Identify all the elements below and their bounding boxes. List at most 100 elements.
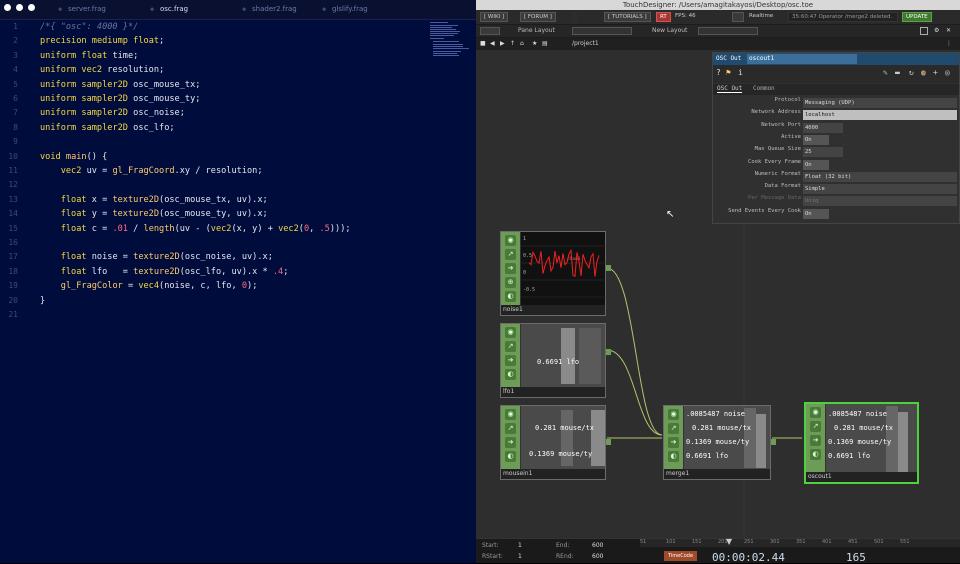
node-lfo1[interactable]: ◉ ↗ ➔ ◐ 0.6691 lfo lfo1 xyxy=(500,323,611,398)
new-layout-label[interactable]: New Layout xyxy=(652,25,687,37)
gear-icon[interactable]: ⚙ xyxy=(934,25,939,37)
clone-icon[interactable]: ◐ xyxy=(668,451,679,462)
edit-icon[interactable]: ✎ xyxy=(883,68,888,77)
lock-icon[interactable]: ⊕ xyxy=(505,277,516,288)
forum-button[interactable]: [ FORUM ] xyxy=(520,12,556,22)
code-line[interactable]: float x = texture2D(osc_mouse_tx, uv).x; xyxy=(40,195,268,205)
viewer-icon[interactable]: ◉ xyxy=(505,235,516,246)
tab-shader2-frag[interactable]: shader2.frag xyxy=(252,5,297,13)
back-icon[interactable]: ◀ xyxy=(490,38,495,50)
pane-layout-label[interactable]: Pane Layout xyxy=(518,25,555,37)
viewer-icon[interactable]: ◉ xyxy=(810,407,821,418)
timeline-ruler[interactable]: 51 101 151 201 251 301 351 401 451 501 551 xyxy=(640,539,960,547)
code-line[interactable]: uniform sampler2D osc_lfo; xyxy=(40,123,175,133)
path-icon[interactable]: ▤ xyxy=(542,38,548,50)
code-minimap[interactable] xyxy=(430,22,470,62)
param-value[interactable]: On xyxy=(803,208,829,219)
clone-icon[interactable]: ◐ xyxy=(505,369,516,380)
display-icon[interactable]: ➔ xyxy=(505,355,516,366)
viewer-icon[interactable]: ◉ xyxy=(505,409,516,420)
node-name[interactable]: lfo1 xyxy=(501,387,605,397)
viewer-icon[interactable]: ◉ xyxy=(505,327,516,338)
param-value[interactable]: Float (32 bit) xyxy=(803,171,957,182)
tab-glslify-frag[interactable]: glslify.frag xyxy=(332,5,368,13)
code-line[interactable]: float c = .01 / length(uv - (vec2(x, y) … xyxy=(40,224,351,234)
code-line[interactable]: uniform sampler2D osc_noise; xyxy=(40,108,185,118)
bypass-icon[interactable]: ↗ xyxy=(505,341,516,352)
param-value[interactable]: Messaging (UDP) xyxy=(803,98,957,108)
rend-value[interactable]: 600 xyxy=(592,553,603,560)
param-value[interactable]: Simple xyxy=(803,184,957,195)
help-icon[interactable]: ? xyxy=(716,68,721,77)
output-port[interactable] xyxy=(606,439,611,445)
tab-osc-out[interactable]: OSC Out xyxy=(717,85,743,93)
python-icon[interactable]: ⚑ xyxy=(726,68,731,77)
close-icon[interactable]: ✕ xyxy=(946,25,951,37)
param-value[interactable]: Uniq xyxy=(803,196,957,207)
bookmark-icon[interactable]: ★ xyxy=(532,38,537,50)
forward-icon[interactable]: ▶ xyxy=(500,38,505,50)
display-icon[interactable]: ➔ xyxy=(505,437,516,448)
node-name[interactable]: mousein1 xyxy=(501,469,605,479)
clone-icon[interactable]: ◐ xyxy=(505,451,516,462)
pane-layout-select[interactable] xyxy=(572,27,632,35)
start-value[interactable]: 1 xyxy=(518,542,522,549)
code-line[interactable]: uniform float time; xyxy=(40,51,138,61)
code-line[interactable]: uniform vec2 resolution; xyxy=(40,65,164,75)
output-port[interactable] xyxy=(606,349,611,355)
refresh-icon[interactable]: ↻ xyxy=(909,68,914,77)
node-merge1[interactable]: ◉ ↗ ➔ ◐ .0085487 noise 0.281 mouse/tx 0.… xyxy=(663,405,776,480)
update-button[interactable]: UPDATE xyxy=(902,12,932,22)
code-line[interactable]: float lfo = texture2D(osc_lfo, uv).x * .… xyxy=(40,267,289,277)
param-value[interactable]: On xyxy=(803,159,829,170)
op-name-field[interactable]: oscout1 xyxy=(747,54,857,64)
close-window-dot[interactable] xyxy=(4,4,11,11)
tab-common[interactable]: Common xyxy=(753,85,775,92)
clone-icon[interactable]: ◐ xyxy=(810,449,821,460)
wiki-button[interactable]: [ WIKI ] xyxy=(480,12,509,22)
code-line[interactable]: gl_FragColor = vec4(noise, c, lfo, 0); xyxy=(40,281,258,291)
bypass-icon[interactable]: ↗ xyxy=(810,421,821,432)
code-line[interactable]: void main() { xyxy=(40,152,107,162)
code-line[interactable]: float y = texture2D(osc_mouse_ty, uv).x; xyxy=(40,209,268,219)
realtime-mode-badge[interactable]: RT xyxy=(656,12,671,22)
new-layout-select[interactable] xyxy=(698,27,758,35)
tutorials-button[interactable]: [ TUTORIALS ] xyxy=(604,12,651,22)
target-icon[interactable]: ◎ xyxy=(945,68,950,77)
param-value[interactable]: localhost xyxy=(803,110,957,121)
display-icon[interactable]: ➔ xyxy=(668,437,679,448)
pane-split-icon[interactable] xyxy=(480,27,500,35)
add-icon[interactable]: + xyxy=(933,68,938,77)
tab-server-frag[interactable]: server.frag xyxy=(68,5,106,13)
timecode-toggle[interactable]: TimeCode xyxy=(664,551,698,561)
output-port[interactable] xyxy=(771,439,776,445)
bypass-icon[interactable]: ↗ xyxy=(668,423,679,434)
maximize-icon[interactable] xyxy=(920,27,928,35)
display-icon[interactable]: ➔ xyxy=(505,263,516,274)
node-oscout1[interactable]: ◉ ↗ ➔ ◐ .0085487 noise 0.281 mouse/tx 0.… xyxy=(804,402,919,484)
code-editor[interactable]: ◆ server.frag ◆ osc.frag ◆ shader2.frag … xyxy=(0,0,476,563)
output-port[interactable] xyxy=(606,265,611,271)
display-icon[interactable]: ➔ xyxy=(810,435,821,446)
end-value[interactable]: 600 xyxy=(592,542,603,549)
overflow-icon[interactable]: ⋮ xyxy=(946,38,952,50)
code-line[interactable]: uniform sampler2D osc_mouse_ty; xyxy=(40,94,200,104)
realtime-checkbox[interactable] xyxy=(732,12,744,22)
node-name[interactable]: oscout1 xyxy=(806,472,917,482)
node-noise1[interactable]: ◉ ↗ ➔ ⊕ ◐ 1 0.5 0 -0.5 chan1 noise1 xyxy=(500,231,611,316)
node-name[interactable]: noise1 xyxy=(501,305,605,315)
param-value[interactable]: 4000 xyxy=(803,122,843,133)
param-value[interactable]: On xyxy=(803,134,829,145)
param-value[interactable]: 25 xyxy=(803,147,843,158)
code-line[interactable]: } xyxy=(40,296,45,306)
playhead-icon[interactable]: ▼ xyxy=(726,537,732,546)
code-line[interactable]: precision mediump float; xyxy=(40,36,164,46)
home-icon[interactable]: ⌂ xyxy=(520,38,524,50)
node-mousein1[interactable]: ◉ ↗ ➔ ◐ 0.281 mouse/tx 0.1369 mouse/ty m… xyxy=(500,405,611,480)
network-path[interactable]: /project1 xyxy=(572,38,599,50)
clone-icon[interactable]: ◐ xyxy=(505,291,516,302)
bypass-icon[interactable]: ↗ xyxy=(505,423,516,434)
comment-icon[interactable]: ▬ xyxy=(895,68,900,77)
zoom-window-dot[interactable] xyxy=(28,4,35,11)
tab-osc-frag[interactable]: osc.frag xyxy=(160,5,188,13)
